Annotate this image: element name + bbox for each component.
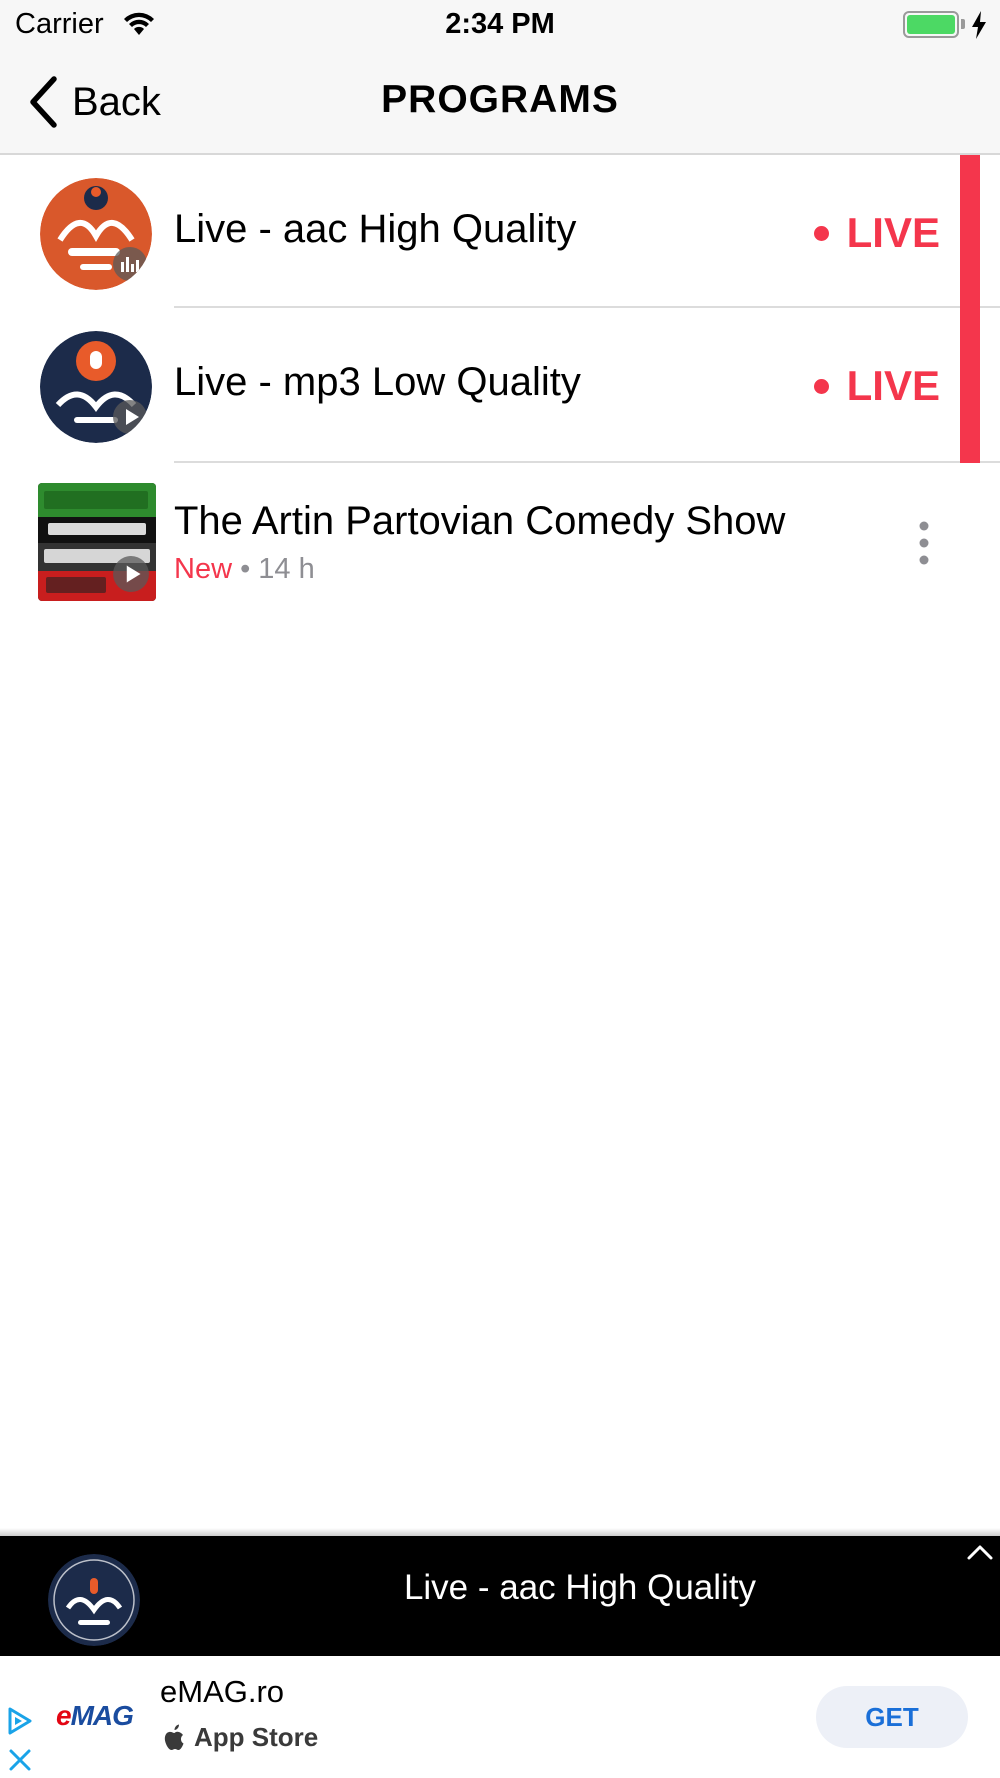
now-playing-title: Live - aac High Quality <box>403 1568 757 1607</box>
live-label: LIVE <box>846 209 940 256</box>
program-thumbnail <box>40 178 152 290</box>
play-icon <box>113 556 149 592</box>
ad-banner[interactable]: eMAG eMAG.ro App Store GET <box>0 1656 1000 1778</box>
live-badge: LIVE <box>813 362 940 410</box>
program-title: The Artin Partovian Comedy Show <box>174 499 786 543</box>
ad-choices-icon[interactable] <box>6 1706 34 1736</box>
charging-bolt-icon <box>972 11 986 39</box>
battery-icon <box>903 11 959 38</box>
program-thumbnail <box>40 331 152 443</box>
live-badge: LIVE <box>813 209 940 257</box>
program-title: Live - aac High Quality <box>174 207 577 251</box>
program-row[interactable]: Live - mp3 Low Quality LIVE <box>0 308 1000 463</box>
navigation-bar: Back PROGRAMS <box>0 50 1000 155</box>
program-age: 14 h <box>258 553 315 585</box>
live-dot-icon <box>813 378 829 394</box>
station-logo-icon <box>48 1554 140 1646</box>
program-row[interactable]: The Artin Partovian Comedy Show New • 14… <box>0 463 1000 618</box>
ad-store: App Store <box>162 1720 318 1754</box>
player-artwork <box>48 1554 140 1646</box>
meta-separator: • <box>240 553 259 585</box>
program-row[interactable]: Live - aac High Quality LIVE <box>0 155 1000 308</box>
clock: 2:34 PM <box>445 8 555 40</box>
ad-app-name: eMAG.ro <box>160 1674 285 1709</box>
more-options-icon[interactable] <box>910 518 938 568</box>
live-indicator-bar <box>960 155 980 463</box>
status-bar: Carrier 2:34 PM <box>0 0 1000 50</box>
new-badge: New <box>174 553 233 585</box>
ad-store-label: App Store <box>194 1721 319 1752</box>
battery-cap <box>961 19 965 29</box>
page-title: PROGRAMS <box>381 78 619 121</box>
now-playing-equalizer-icon <box>113 247 147 281</box>
live-label: LIVE <box>846 362 940 409</box>
mini-player[interactable]: Live - aac High Quality <box>0 1536 1000 1656</box>
program-meta: New • 14 h <box>174 553 315 586</box>
program-thumbnail <box>38 483 156 601</box>
apple-icon <box>164 1724 184 1750</box>
close-icon[interactable] <box>8 1748 32 1772</box>
program-title: Live - mp3 Low Quality <box>174 360 581 404</box>
get-button[interactable]: GET <box>816 1686 968 1748</box>
play-icon <box>113 400 147 434</box>
live-dot-icon <box>813 225 829 241</box>
ad-brand-logo: eMAG <box>56 1700 134 1731</box>
chevron-up-icon[interactable] <box>966 1542 994 1562</box>
